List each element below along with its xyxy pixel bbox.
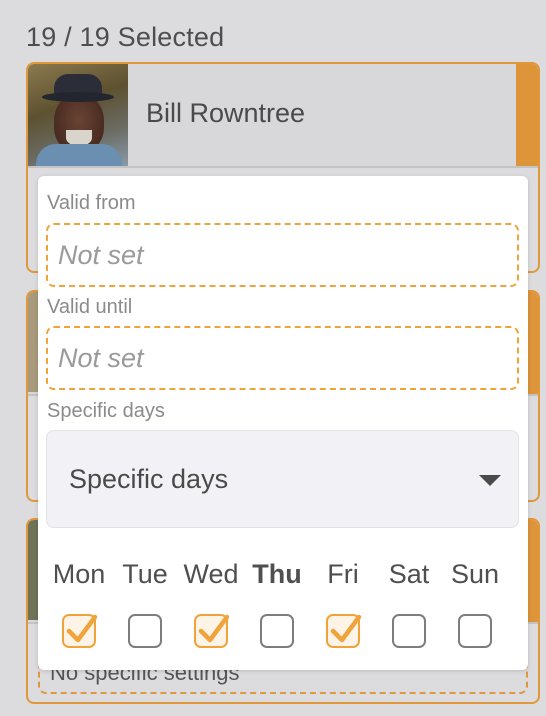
day-checkbox-sat[interactable] [392, 614, 426, 648]
specific-days-value: Specific days [69, 463, 229, 494]
day-wed: Wed [178, 554, 244, 648]
day-tue: Tue [112, 554, 178, 648]
day-checkbox-wed[interactable] [194, 614, 230, 648]
checkmark-icon [198, 614, 230, 643]
caret-down-icon [479, 475, 501, 486]
day-label: Sat [388, 559, 430, 589]
day-fri: Fri [310, 554, 376, 648]
valid-until-field[interactable]: Not set [46, 326, 519, 390]
day-checkbox-mon[interactable] [62, 614, 98, 648]
checkmark-icon [330, 614, 362, 643]
day-mon: Mon [46, 554, 112, 648]
schedule-popover: Valid from Not set Valid until Not set S… [38, 176, 528, 670]
valid-from-label: Valid from [47, 192, 136, 214]
day-sun: Sun [442, 554, 508, 648]
avatar [28, 292, 38, 392]
day-label: Mon [52, 559, 106, 589]
day-label: Thu [252, 559, 302, 589]
day-sat: Sat [376, 554, 442, 648]
card-divider [28, 166, 538, 168]
avatar-hat [42, 74, 114, 104]
day-thu: Thu [244, 554, 310, 648]
day-checkbox-fri[interactable] [326, 614, 362, 648]
day-label: Sun [450, 559, 500, 589]
day-checkbox-thu[interactable] [260, 614, 294, 648]
avatar [28, 520, 38, 620]
day-label: Tue [122, 559, 168, 589]
day-label: Fri [327, 559, 359, 589]
avatar [28, 64, 128, 168]
avatar-shirt [36, 144, 122, 168]
valid-from-field[interactable]: Not set [46, 223, 519, 287]
selection-count: 19 / 19 Selected [26, 22, 225, 52]
weekday-picker: Mon Tue Wed Thu Fri Sat Sun [38, 554, 528, 664]
specific-days-label: Specific days [47, 400, 165, 422]
person-name: Bill Rowntree [146, 98, 306, 128]
checkmark-icon [66, 614, 98, 643]
valid-until-label: Valid until [47, 296, 133, 318]
valid-until-value: Not set [58, 342, 144, 373]
day-checkbox-tue[interactable] [128, 614, 162, 648]
valid-from-value: Not set [58, 239, 144, 270]
selected-indicator [516, 64, 538, 166]
day-checkbox-sun[interactable] [458, 614, 492, 648]
day-label: Wed [183, 559, 239, 589]
specific-days-select[interactable]: Specific days [46, 430, 519, 528]
